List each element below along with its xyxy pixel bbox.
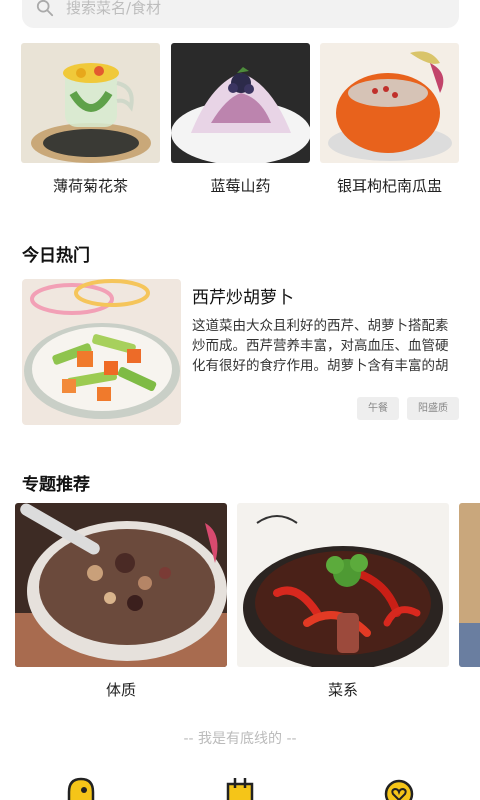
tag-badge[interactable]: 阳盛质 — [407, 397, 459, 420]
recipe-card[interactable]: 银耳枸杞南瓜盅 — [320, 43, 459, 196]
hot-recipe-title: 西芹炒胡萝卜 — [192, 288, 294, 308]
search-input[interactable] — [66, 0, 366, 17]
top-recipe-list: 薄荷菊花茶 蓝莓山药 银耳枸杞南瓜盅 — [21, 43, 461, 203]
recipe-icon[interactable] — [225, 776, 255, 800]
topic-card-constitution[interactable]: 体质 — [15, 503, 227, 700]
recipe-image — [21, 43, 160, 163]
hot-recipe-tags: 午餐 阳盛质 — [357, 397, 459, 420]
topic-card-next[interactable] — [459, 503, 480, 667]
topic-label: 体质 — [105, 681, 136, 699]
recipe-name: 银耳枸杞南瓜盅 — [336, 177, 442, 195]
topic-card-cuisine[interactable]: 菜系 — [237, 503, 449, 700]
home-icon[interactable] — [66, 776, 96, 800]
topic-image — [459, 503, 480, 667]
hot-recipe-image — [22, 279, 181, 425]
recipe-card[interactable]: 薄荷菊花茶 — [21, 43, 160, 196]
tag-badge[interactable]: 午餐 — [357, 397, 399, 420]
hot-recipe-description: 这道菜由大众且利好的西芹、胡萝卜搭配素炒而成。西芹营养丰富，对高血压、血管硬化有… — [192, 318, 449, 374]
recipe-name: 蓝莓山药 — [210, 177, 271, 195]
heart-icon[interactable] — [384, 776, 414, 800]
topic-image — [15, 503, 227, 667]
recipe-card[interactable]: 蓝莓山药 — [171, 43, 310, 196]
topic-section-title: 专题推荐 — [22, 475, 90, 495]
topic-image — [237, 503, 449, 667]
recipe-image — [320, 43, 459, 163]
hot-recipe-card[interactable]: 西芹炒胡萝卜 这道菜由大众且利好的西芹、胡萝卜搭配素炒而成。西芹营养丰富，对高血… — [22, 279, 459, 425]
hot-section-title: 今日热门 — [22, 246, 90, 266]
bottom-tabbar — [0, 774, 480, 800]
recipe-name: 薄荷菊花茶 — [52, 177, 128, 195]
topic-label: 菜系 — [327, 681, 358, 699]
topic-carousel[interactable]: 体质 菜系 — [15, 503, 480, 703]
end-of-list-text: -- 我是有底线的 -- — [183, 731, 297, 747]
search-icon — [36, 0, 54, 17]
search-bar[interactable] — [22, 0, 459, 28]
recipe-image — [171, 43, 310, 163]
